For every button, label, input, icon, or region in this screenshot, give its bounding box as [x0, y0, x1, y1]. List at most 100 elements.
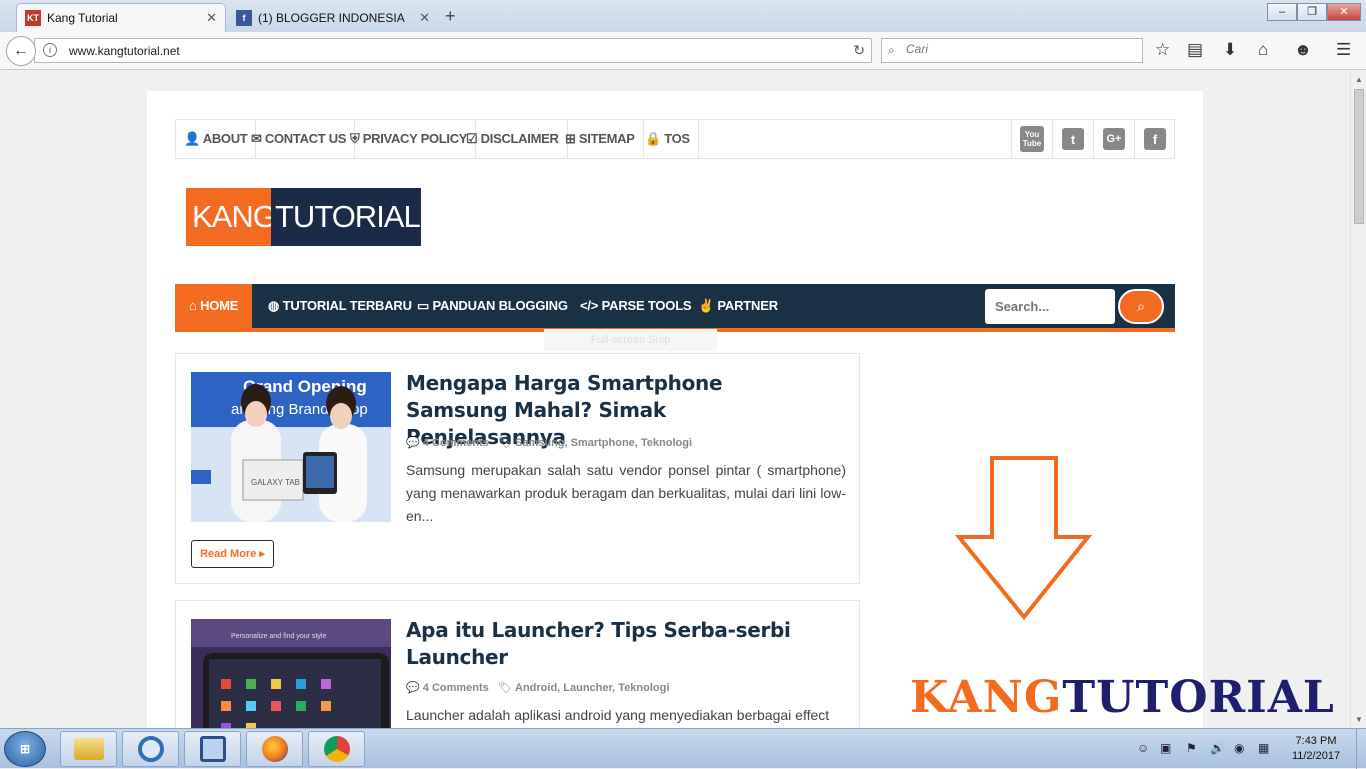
network-icon[interactable]: ▦: [1258, 741, 1269, 755]
close-window-button[interactable]: ✕: [1327, 3, 1361, 21]
tab-blogger-indonesia[interactable]: f (1) BLOGGER INDONESIA ✕: [228, 3, 438, 32]
taskbar-remote-desktop[interactable]: [184, 731, 241, 767]
clock-date: 11/2/2017: [1291, 750, 1341, 762]
post-thumbnail[interactable]: Grand Opening amsung Brand Shop GALAXY T…: [191, 372, 391, 522]
scroll-up-arrow-icon[interactable]: ▲: [1355, 75, 1363, 84]
folder-icon: [73, 738, 104, 760]
nav-panduan-blogging[interactable]: ▭ PANDUAN BLOGGING: [417, 284, 568, 328]
close-tab-icon[interactable]: ✕: [419, 10, 430, 26]
navigation-toolbar: i www.kangtutorial.net ↻ ← ⌕ ☆ ▤ ⬇ ⌂ ☻ ☰: [0, 32, 1366, 70]
scroll-down-arrow-icon[interactable]: ▼: [1355, 715, 1363, 724]
nav-tutorial-terbaru[interactable]: ◍ TUTORIAL TERBARU: [268, 284, 412, 328]
tab-bar: KT Kang Tutorial ✕ f (1) BLOGGER INDONES…: [0, 0, 1366, 32]
read-more-button[interactable]: Read More ▸: [191, 540, 274, 568]
comment-count[interactable]: 4 Comments: [423, 437, 489, 449]
handshake-icon: ✌: [698, 298, 714, 313]
site-search-input[interactable]: [985, 289, 1115, 324]
nav-home[interactable]: ⌂ HOME: [175, 284, 253, 328]
facebook-icon: f: [1144, 128, 1166, 150]
show-desktop-button[interactable]: [1356, 729, 1366, 769]
menu-icon[interactable]: ☰: [1336, 40, 1351, 60]
shield-icon: ⛨: [350, 131, 360, 146]
new-tab-button[interactable]: +: [445, 6, 456, 27]
google-plus-icon: G+: [1103, 128, 1125, 150]
svg-text:GALAXY TAB: GALAXY TAB: [251, 478, 300, 487]
comments-icon: 💬: [406, 682, 420, 694]
top-menu-privacy[interactable]: ⛨ PRIVACY POLICY: [342, 120, 477, 158]
post-card: Personalize and find your style Apa itu …: [175, 600, 860, 728]
chrome-icon: [323, 736, 350, 762]
nav-label: PANDUAN BLOGGING: [432, 298, 568, 313]
web-search-input[interactable]: [906, 42, 1136, 56]
snip-tooltip: Full-screen Snip: [544, 329, 717, 351]
nav-label: TUTORIAL TERBARU: [282, 298, 412, 313]
bookmark-star-icon[interactable]: ☆: [1155, 40, 1170, 60]
minimize-button[interactable]: –: [1267, 3, 1297, 21]
globe-icon: ◍: [268, 298, 280, 313]
back-button[interactable]: ←: [6, 36, 36, 66]
top-menu-label: PRIVACY POLICY: [362, 131, 468, 146]
top-menu-contact[interactable]: ✉ CONTACT US: [243, 120, 356, 158]
monitor-icon: [199, 736, 226, 762]
system-clock[interactable]: 7:43 PM 11/2/2017: [1286, 734, 1346, 764]
envelope-icon: ✉: [251, 131, 262, 146]
caret-right-icon: ▸: [259, 548, 265, 560]
lock-icon: 🔒: [645, 131, 661, 146]
site-search-button[interactable]: ⌕: [1118, 289, 1164, 324]
url-text[interactable]: www.kangtutorial.net: [69, 44, 180, 58]
tray-app-icon[interactable]: ☺: [1137, 741, 1149, 755]
post-labels[interactable]: Android, Launcher, Teknologi: [515, 682, 669, 694]
volume-icon[interactable]: 🔊: [1210, 741, 1225, 755]
nav-partner[interactable]: ✌ PARTNER: [698, 284, 778, 328]
url-bar[interactable]: i www.kangtutorial.net ↻: [34, 38, 872, 63]
tag-icon: 🏷: [497, 437, 512, 449]
twitter-icon: t: [1062, 128, 1084, 150]
reload-icon[interactable]: ↻: [853, 42, 865, 59]
scrollbar-thumb[interactable]: [1354, 89, 1364, 224]
vertical-scrollbar[interactable]: ▲ ▼: [1350, 71, 1366, 728]
site-logo[interactable]: KANG TUTORIAL: [186, 188, 421, 246]
taskbar-app-ring[interactable]: [122, 731, 179, 767]
home-icon[interactable]: ⌂: [1258, 40, 1268, 60]
nav-parse-tools[interactable]: </> PARSE TOOLS: [580, 284, 692, 328]
info-icon[interactable]: i: [43, 43, 57, 57]
read-more-label: Read More: [200, 548, 257, 560]
youtube-link[interactable]: You Tube: [1011, 120, 1052, 158]
laptop-icon: ▭: [417, 298, 430, 313]
tray-flag-icon[interactable]: ⚑: [1186, 741, 1197, 755]
nav-label: HOME: [200, 298, 239, 313]
post-title[interactable]: Apa itu Launcher? Tips Serba-serbi Launc…: [406, 617, 826, 671]
search-icon: ⌕: [1137, 298, 1145, 314]
taskbar-firefox[interactable]: [246, 731, 303, 767]
top-menu-disclaimer[interactable]: ☑ DISCLAIMER: [458, 120, 568, 158]
facebook-favicon-icon: f: [236, 9, 252, 26]
facebook-link[interactable]: f: [1134, 120, 1175, 158]
top-menu-tos[interactable]: 🔒 TOS: [637, 120, 699, 158]
tab-kang-tutorial[interactable]: KT Kang Tutorial ✕: [16, 3, 226, 32]
top-menu-label: DISCLAIMER: [480, 131, 559, 146]
tray-sync-icon[interactable]: ◉: [1234, 741, 1244, 755]
maximize-button[interactable]: ❐: [1297, 3, 1327, 21]
top-menu-label: TOS: [664, 131, 690, 146]
comment-count[interactable]: 4 Comments: [423, 682, 489, 694]
reading-list-icon[interactable]: ▤: [1187, 40, 1203, 60]
nav-label: PARSE TOOLS: [601, 298, 692, 313]
post-thumbnail[interactable]: Personalize and find your style: [191, 619, 391, 728]
twitter-link[interactable]: t: [1052, 120, 1093, 158]
web-page-viewport: 👤 ABOUT ✉ CONTACT US ⛨ PRIVACY POLICY ☑ …: [0, 71, 1350, 728]
tray-monitor-icon[interactable]: ▣: [1160, 741, 1171, 755]
main-navigation: ⌂ HOME ◍ TUTORIAL TERBARU ▭ PANDUAN BLOG…: [175, 284, 1175, 332]
start-button[interactable]: ⊞: [4, 731, 46, 767]
close-tab-icon[interactable]: ✕: [206, 10, 217, 26]
google-plus-link[interactable]: G+: [1093, 120, 1134, 158]
taskbar-explorer[interactable]: [60, 731, 117, 767]
download-icon[interactable]: ⬇: [1223, 40, 1237, 60]
taskbar-chrome[interactable]: [308, 731, 365, 767]
post-labels[interactable]: Samsung, Smartphone, Teknologi: [515, 437, 692, 449]
logo-part-tutorial: TUTORIAL: [271, 188, 421, 246]
web-search-box[interactable]: ⌕: [881, 38, 1143, 63]
feedback-icon[interactable]: ☻: [1294, 40, 1312, 60]
watermark-part-kang: KANG: [910, 672, 1063, 723]
top-menu-sitemap[interactable]: ⊞ SITEMAP: [557, 120, 644, 158]
svg-text:Personalize and find your styl: Personalize and find your style: [231, 633, 326, 640]
